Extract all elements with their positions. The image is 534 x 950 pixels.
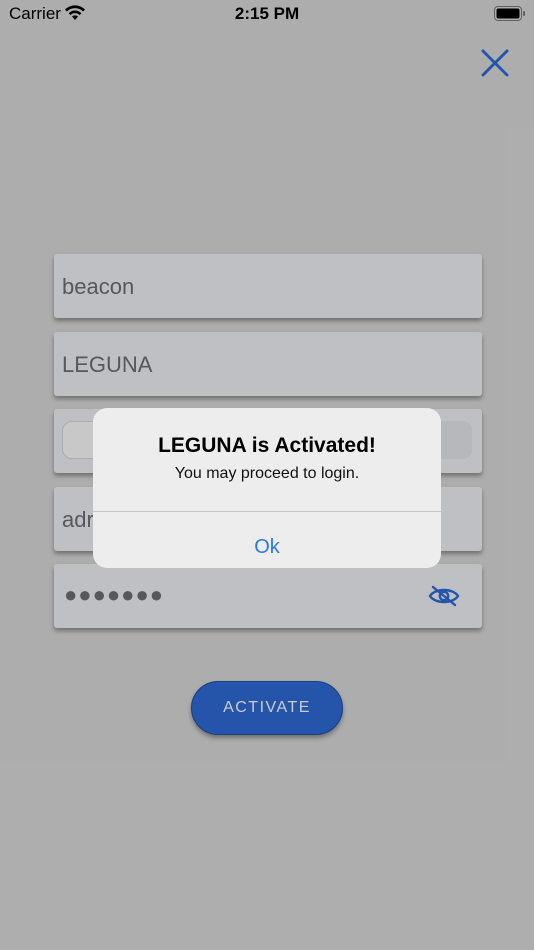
alert-message: You may proceed to login. [174, 465, 360, 482]
alert-ok-button[interactable]: Ok [93, 512, 441, 568]
activation-screen: Carrier 2:15 PM beacon LEGUNA adr ●●●●●●… [0, 0, 534, 950]
activation-alert: LEGUNA is Activated! You may proceed to … [93, 408, 441, 568]
alert-title: LEGUNA is Activated! [158, 434, 376, 457]
